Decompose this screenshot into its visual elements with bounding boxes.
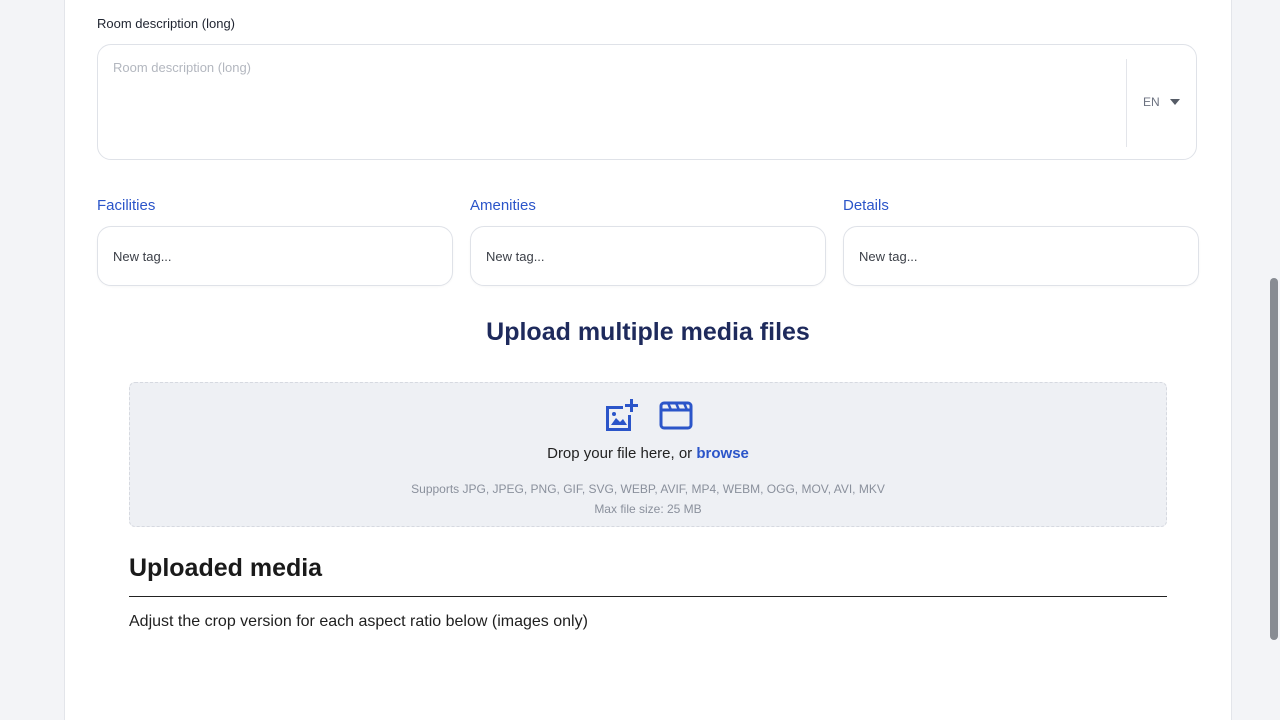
amenities-label: Amenities (470, 197, 536, 214)
drop-instruction: Drop your file here, or (547, 445, 693, 462)
language-select[interactable]: EN (1143, 95, 1180, 109)
description-long-placeholder: Room description (long) (113, 60, 252, 75)
chevron-down-icon (1169, 99, 1180, 105)
language-value: EN (1143, 95, 1160, 109)
description-long-label: Room description (long) (97, 16, 236, 31)
add-image-icon (602, 397, 638, 433)
facilities-label: Facilities (97, 197, 156, 214)
uploaded-media-divider (129, 596, 1167, 597)
media-dropzone[interactable]: Drop your file here, or browse Supports … (129, 382, 1167, 527)
upload-title: Upload multiple media files (486, 318, 810, 346)
description-long-textarea[interactable]: Room description (long) EN (97, 44, 1197, 160)
uploaded-media-subtitle: Adjust the crop version for each aspect … (129, 613, 588, 630)
details-label: Details (843, 197, 889, 214)
supported-formats: Supports JPG, JPEG, PNG, GIF, SVG, WEBP,… (411, 482, 885, 496)
details-tag-input[interactable] (843, 226, 1199, 286)
max-file-size: Max file size: 25 MB (594, 502, 702, 516)
facilities-tag-input[interactable] (97, 226, 453, 286)
amenities-tag-input[interactable] (470, 226, 826, 286)
textarea-divider (1126, 59, 1127, 147)
video-clapper-icon (658, 397, 694, 433)
scrollbar-thumb[interactable] (1270, 278, 1278, 640)
uploaded-media-title: Uploaded media (129, 554, 323, 582)
browse-link[interactable]: browse (696, 445, 749, 462)
drop-text: Drop your file here, or browse (130, 445, 1166, 462)
